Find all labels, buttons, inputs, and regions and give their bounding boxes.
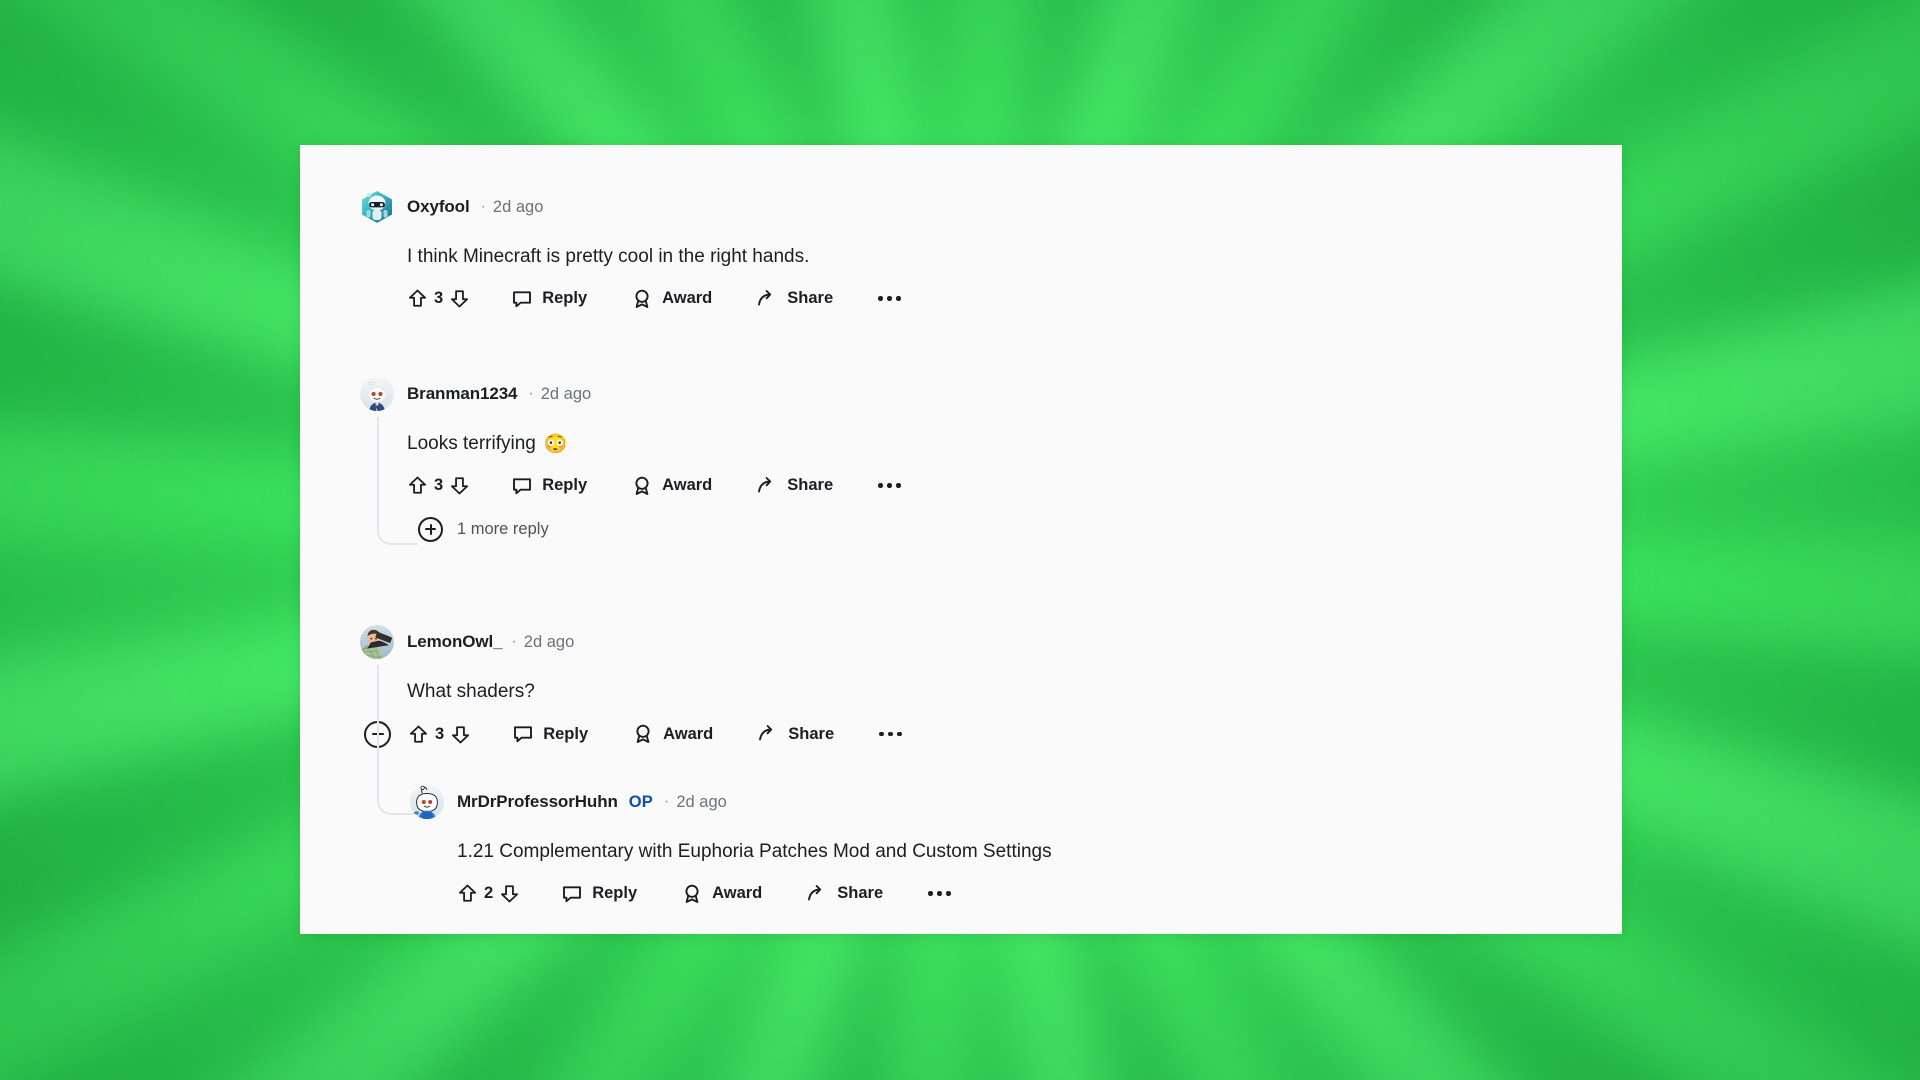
comment-username[interactable]: Branman1234 [407, 384, 518, 404]
separator-dot: · [528, 385, 534, 402]
share-button[interactable]: Share [757, 723, 834, 745]
award-button[interactable]: Award [631, 288, 712, 310]
comment-actions: 2 Reply Award Share [457, 883, 1570, 905]
reply-label: Reply [542, 289, 588, 308]
more-options-button[interactable] [878, 483, 901, 488]
upvote-button[interactable] [408, 724, 429, 745]
comments-card: Oxyfool · 2d ago I think Minecraft is pr… [300, 145, 1622, 934]
plus-icon [418, 516, 443, 542]
more-replies-label: 1 more reply [457, 519, 549, 538]
reply-label: Reply [543, 724, 589, 743]
upvote-button[interactable] [457, 883, 478, 904]
flushed-face-emoji: 😳 [543, 433, 568, 455]
more-options-button[interactable] [879, 731, 902, 737]
comment-header: Oxyfool · 2d ago [360, 190, 1560, 224]
reply-label: Reply [592, 884, 638, 903]
share-label: Share [787, 476, 834, 495]
reply-button[interactable]: Reply [511, 475, 587, 497]
comment-timestamp: 2d ago [492, 197, 544, 216]
separator-dot: · [480, 198, 486, 215]
comment-username[interactable]: Oxyfool [407, 197, 470, 217]
comment-timestamp: 2d ago [540, 384, 592, 403]
comment-actions: 3 Reply Award Share [364, 720, 1560, 748]
comment-header: Branman1234 · 2d ago [360, 377, 1560, 411]
comment-header: MrDrProfessorHuhn OP · 2d ago [410, 785, 1570, 819]
separator-dot: · [511, 633, 517, 650]
avatar[interactable] [360, 625, 394, 659]
share-label: Share [837, 884, 884, 903]
share-button[interactable]: Share [806, 883, 883, 905]
reply-button[interactable]: Reply [511, 288, 587, 310]
vote-score: 3 [435, 724, 445, 743]
comment-actions: 3 Reply Award Share [407, 288, 1560, 310]
thread-line-curve [377, 417, 417, 545]
award-label: Award [662, 476, 713, 495]
upvote-button[interactable] [407, 288, 428, 309]
award-button[interactable]: Award [632, 723, 713, 745]
comment-header: LemonOwl_ · 2d ago [360, 625, 1560, 659]
comment-body: Looks terrifying [407, 433, 536, 454]
more-options-button[interactable] [878, 296, 901, 301]
comment-body: I think Minecraft is pretty cool in the … [407, 246, 810, 267]
more-options-button[interactable] [928, 891, 951, 896]
thread-line [377, 665, 379, 755]
share-label: Share [788, 724, 835, 743]
downvote-button[interactable] [499, 883, 520, 904]
op-badge: OP [628, 792, 654, 811]
reply-button[interactable]: Reply [512, 723, 588, 745]
comment-lemonowl: LemonOwl_ · 2d ago What shaders? 3 Reply [360, 625, 1560, 815]
reply-button[interactable]: Reply [561, 883, 637, 905]
separator-dot: · [664, 793, 670, 810]
comment-body: What shaders? [407, 681, 535, 702]
more-replies-button[interactable]: 1 more reply [418, 516, 1560, 542]
comment-username[interactable]: MrDrProfessorHuhn [457, 792, 618, 812]
avatar[interactable] [360, 377, 394, 411]
comment-body: 1.21 Complementary with Euphoria Patches… [457, 841, 1052, 862]
share-button[interactable]: Share [756, 288, 833, 310]
share-button[interactable]: Share [756, 475, 833, 497]
comment-timestamp: 2d ago [676, 792, 727, 811]
award-label: Award [662, 289, 713, 308]
avatar[interactable] [360, 190, 394, 224]
downvote-button[interactable] [449, 288, 470, 309]
comment-username[interactable]: LemonOwl_ [407, 632, 503, 652]
vote-score: 3 [434, 289, 444, 308]
downvote-button[interactable] [450, 724, 471, 745]
award-label: Award [663, 724, 714, 743]
comment-timestamp: 2d ago [523, 632, 575, 651]
award-button[interactable]: Award [681, 883, 762, 905]
vote-score: 2 [484, 884, 494, 903]
award-button[interactable]: Award [631, 475, 712, 497]
share-label: Share [787, 289, 834, 308]
comment-actions: 3 Reply Award Share [407, 475, 1560, 497]
comment-branman1234: Branman1234 · 2d ago Looks terrifying 😳 … [360, 377, 1560, 545]
comment-mrdrprofessorhuhn: MrDrProfessorHuhn OP · 2d ago 1.21 Compl… [410, 785, 1570, 905]
vote-score: 3 [434, 476, 444, 495]
comment-oxyfool: Oxyfool · 2d ago I think Minecraft is pr… [360, 190, 1560, 310]
downvote-button[interactable] [449, 475, 470, 496]
reply-label: Reply [542, 476, 588, 495]
avatar[interactable] [410, 785, 444, 819]
award-label: Award [712, 884, 763, 903]
